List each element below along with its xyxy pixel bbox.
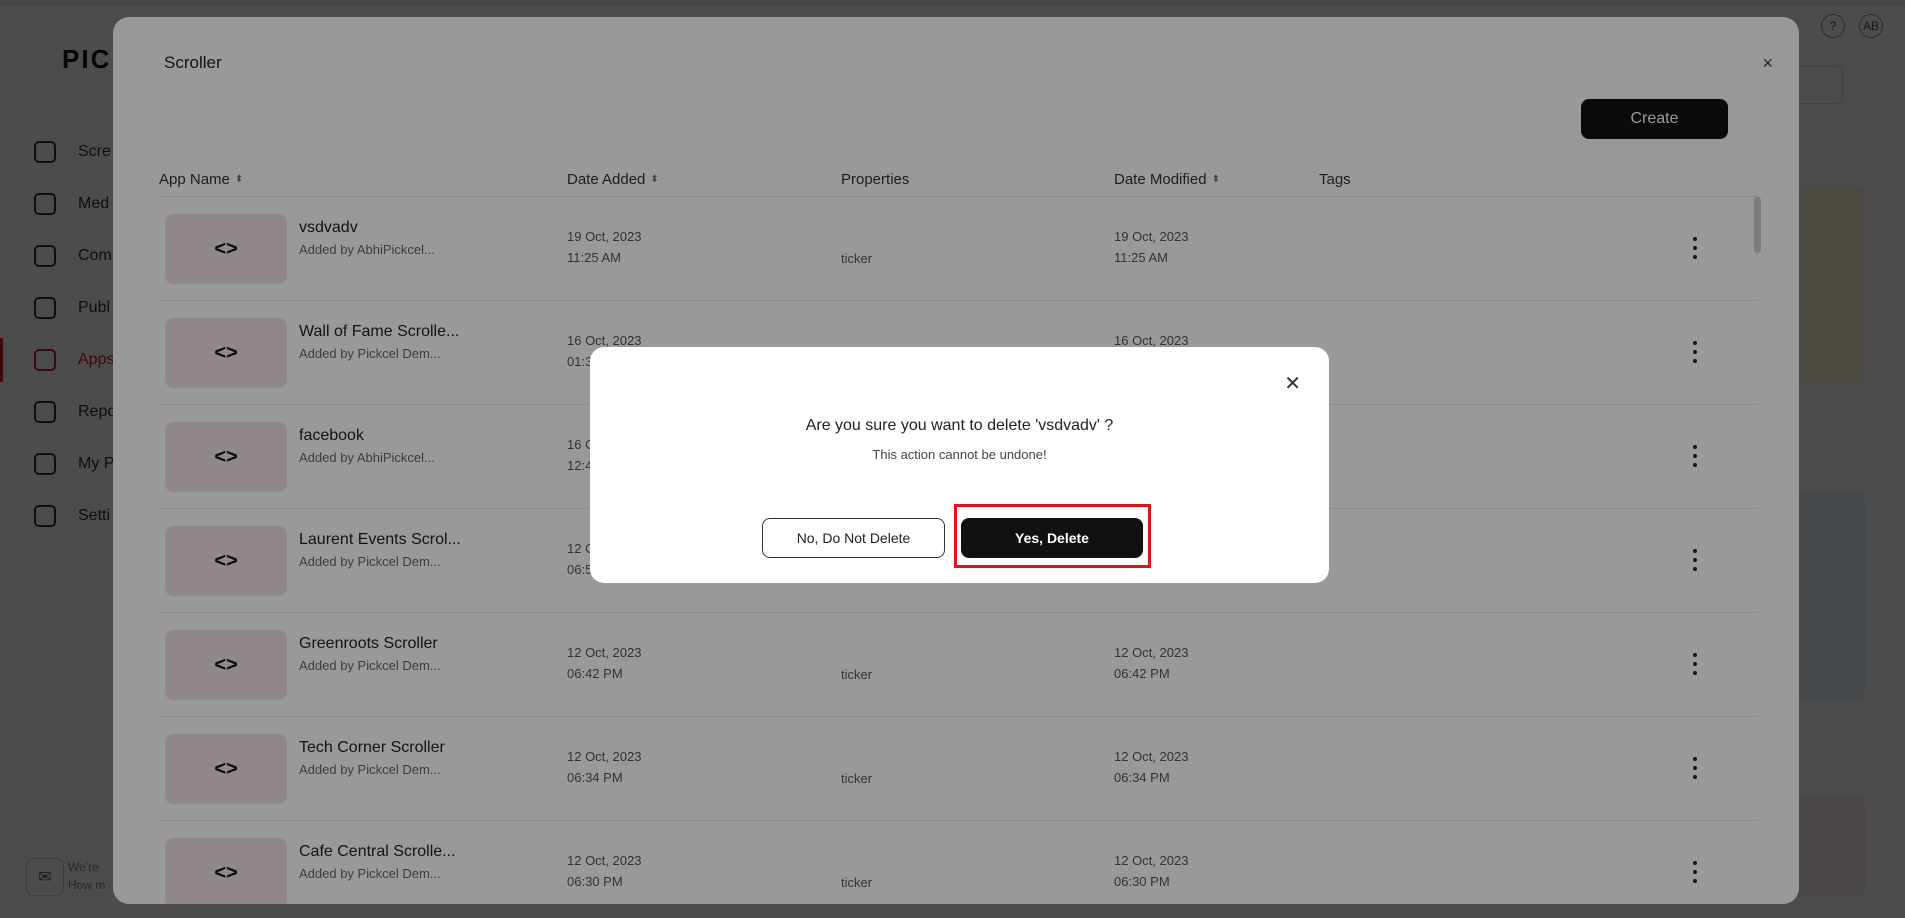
close-icon[interactable]: ✕ (1284, 371, 1301, 396)
highlight-box (954, 504, 1151, 568)
confirm-question: Are you sure you want to delete 'vsdvadv… (805, 417, 1114, 434)
delete-confirm-dialog: ✕ Are you sure you want to delete 'vsdva… (590, 347, 1329, 583)
confirm-warning: This action cannot be undone! (872, 447, 1047, 462)
cancel-delete-button[interactable]: No, Do Not Delete (762, 518, 945, 558)
